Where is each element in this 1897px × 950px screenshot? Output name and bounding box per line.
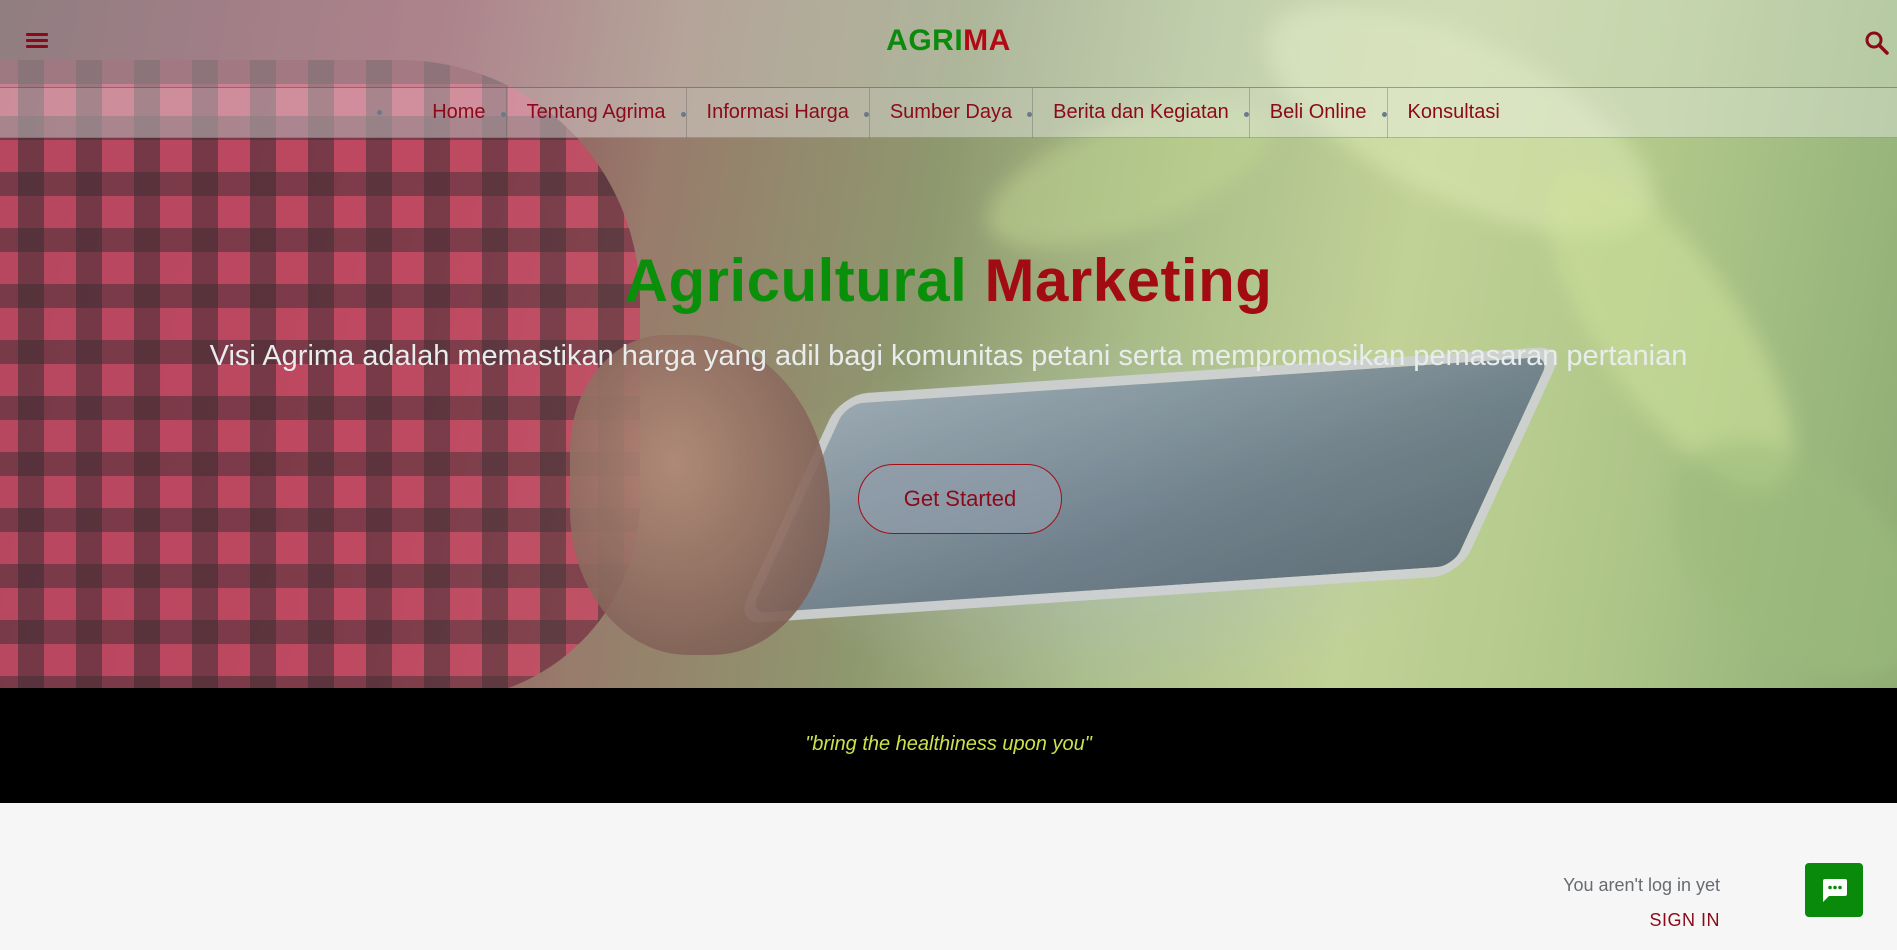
nav-item-label: Sumber Daya (889, 101, 1013, 123)
brand-logo-red: MA (963, 24, 1011, 57)
nav-item-beli-online[interactable]: Beli Online (1248, 87, 1387, 138)
nav-item-label: Beli Online (1269, 101, 1367, 123)
nav-item-label: Home (432, 101, 486, 123)
nav-item-label: Berita dan Kegiatan (1053, 101, 1229, 123)
get-started-button[interactable]: Get Started (858, 464, 1062, 534)
main-navigation: Home Tentang Agrima Informasi Harga Sumb… (0, 87, 1897, 138)
nav-item-tentang-agrima[interactable]: Tentang Agrima (505, 87, 686, 138)
chat-button[interactable] (1805, 863, 1863, 917)
nav-item-berita-dan-kegiatan[interactable]: Berita dan Kegiatan (1032, 87, 1249, 138)
nav-dot (377, 110, 383, 115)
tagline-band: "bring the healthiness upon you" (0, 688, 1897, 803)
chat-icon (1823, 879, 1847, 902)
login-status-text: You aren't log in yet (1563, 875, 1720, 895)
search-icon-svg (1865, 31, 1889, 55)
nav-item-home[interactable]: Home (412, 88, 506, 138)
search-icon[interactable] (1864, 30, 1890, 56)
menu-icon[interactable] (26, 30, 54, 54)
nav-item-konsultasi[interactable]: Konsultasi (1386, 87, 1520, 138)
hero-subtitle: Visi Agrima adalah memastikan harga yang… (209, 340, 1688, 372)
nav-item-label: Tentang Agrima (526, 101, 666, 123)
menu-icon-bar (26, 45, 48, 48)
sign-in-link[interactable]: SIGN IN (1649, 910, 1720, 931)
hero-title-green: Agricultural (624, 247, 968, 314)
nav-item-label: Konsultasi (1407, 101, 1500, 123)
brand-logo-green: AGRI (886, 24, 964, 57)
hero-title: Agricultural Marketing (0, 246, 1897, 315)
nav-item-sumber-daya[interactable]: Sumber Daya (868, 87, 1033, 138)
menu-icon-bar (26, 33, 48, 36)
top-header: AGRIMA (0, 0, 1897, 88)
menu-icon-bar (26, 39, 48, 42)
account-section: You aren't log in yet SIGN IN (0, 803, 1897, 950)
brand-logo: AGRIMA (0, 24, 1897, 58)
hero-title-red: Marketing (984, 247, 1273, 314)
tagline-text: "bring the healthiness upon you" (805, 733, 1092, 755)
nav-item-informasi-harga[interactable]: Informasi Harga (685, 87, 869, 138)
nav-item-label: Informasi Harga (706, 101, 849, 123)
